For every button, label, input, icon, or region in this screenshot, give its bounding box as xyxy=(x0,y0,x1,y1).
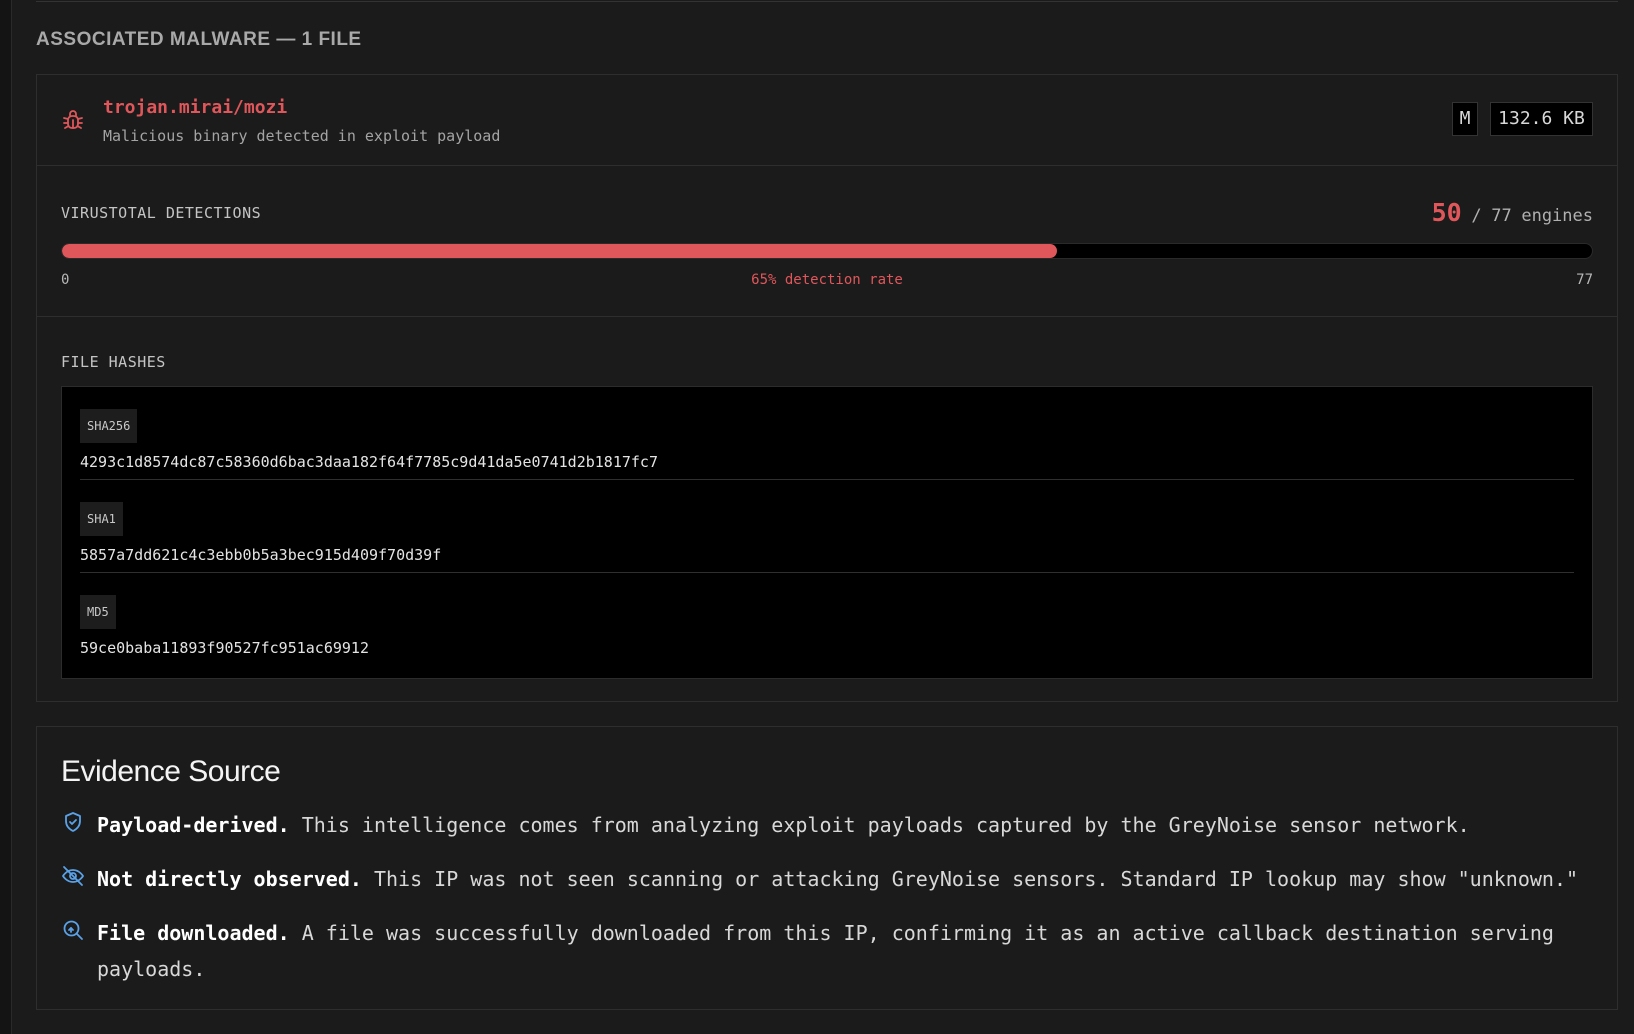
total-engines: 77 xyxy=(1491,206,1512,226)
evidence-item-text: A file was successfully downloaded from … xyxy=(97,921,1554,981)
hash-row-sha1: SHA1 5857a7dd621c4c3ebb0b5a3bec915d409f7… xyxy=(80,480,1574,573)
engines-unit: engines xyxy=(1521,206,1593,226)
file-type-badge: M xyxy=(1452,102,1478,136)
evidence-source-card: Evidence Source Payload-derived. This in… xyxy=(36,726,1618,1010)
malware-card: trojan.mirai/mozi Malicious binary detec… xyxy=(36,74,1618,702)
eye-off-icon xyxy=(62,866,84,886)
detection-progress-bar xyxy=(61,243,1593,259)
evidence-item-text: This IP was not seen scanning or attacki… xyxy=(373,867,1579,891)
malware-section-heading: ASSOCIATED MALWARE — 1 FILE xyxy=(36,29,362,50)
file-search-icon xyxy=(63,920,83,940)
shield-check-icon xyxy=(65,812,81,832)
hash-row-sha256: SHA256 4293c1d8574dc87c58360d6bac3daa182… xyxy=(80,387,1574,480)
evidence-item-title: File downloaded. xyxy=(97,921,290,945)
evidence-item-file-downloaded: File downloaded. A file was successfully… xyxy=(61,915,1593,987)
detection-rate: 65% detection rate xyxy=(751,272,903,288)
hash-list: SHA256 4293c1d8574dc87c58360d6bac3daa182… xyxy=(61,386,1593,679)
evidence-item-title: Payload-derived. xyxy=(97,813,290,837)
hash-value[interactable]: 5857a7dd621c4c3ebb0b5a3bec915d409f70d39f xyxy=(80,546,441,564)
virustotal-label: VIRUSTOTAL DETECTIONS xyxy=(61,204,262,222)
malware-description: Malicious binary detected in exploit pay… xyxy=(103,127,501,145)
malware-file-header: trojan.mirai/mozi Malicious binary detec… xyxy=(37,75,1617,166)
malware-name[interactable]: trojan.mirai/mozi xyxy=(103,97,287,118)
file-hashes-section: FILE HASHES SHA256 4293c1d8574dc87c58360… xyxy=(37,317,1617,701)
left-rail xyxy=(0,0,12,1034)
evidence-item-text: This intelligence comes from analyzing e… xyxy=(301,813,1470,837)
hash-algo-badge: SHA256 xyxy=(80,409,138,443)
detected-count: 50 xyxy=(1431,198,1462,227)
hash-algo-badge: MD5 xyxy=(80,595,116,629)
top-divider xyxy=(36,0,1618,2)
evidence-title: Evidence Source xyxy=(61,755,281,788)
hash-value[interactable]: 4293c1d8574dc87c58360d6bac3daa182f64f778… xyxy=(80,453,658,471)
hash-value[interactable]: 59ce0baba11893f90527fc951ac69912 xyxy=(80,639,369,657)
count-separator: / xyxy=(1471,206,1482,226)
hash-algo-badge: SHA1 xyxy=(80,502,123,536)
virustotal-section: VIRUSTOTAL DETECTIONS 50 / 77 engines 0 … xyxy=(37,166,1617,317)
scale-max: 77 xyxy=(1576,272,1593,288)
file-hashes-label: FILE HASHES xyxy=(61,353,166,371)
evidence-item-payload-derived: Payload-derived. This intelligence comes… xyxy=(61,807,1593,843)
hash-row-md5: MD5 59ce0baba11893f90527fc951ac69912 xyxy=(80,573,1574,666)
detection-progress-fill xyxy=(62,244,1057,258)
evidence-item-not-observed: Not directly observed. This IP was not s… xyxy=(61,861,1593,897)
detection-count: 50 / 77 engines xyxy=(1432,198,1593,227)
evidence-item-title: Not directly observed. xyxy=(97,867,362,891)
bug-icon xyxy=(63,110,83,129)
file-size-badge: 132.6 KB xyxy=(1490,102,1593,136)
